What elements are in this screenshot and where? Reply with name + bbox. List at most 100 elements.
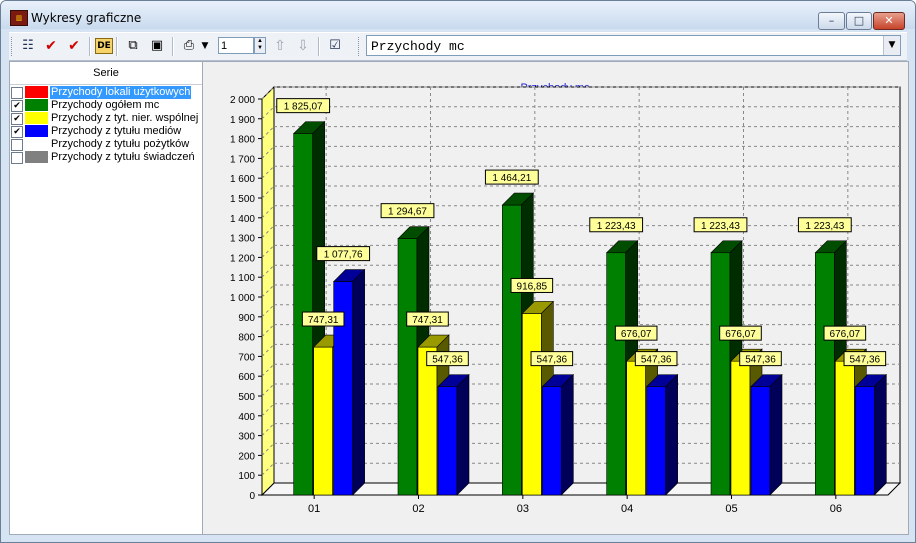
- data-label: 1 223,43: [701, 221, 740, 232]
- y-tick-label: 700: [238, 352, 255, 363]
- series-item[interactable]: ✔ Przychody z tytułu mediów: [10, 125, 202, 138]
- copy-icon[interactable]: ⧉: [122, 36, 144, 56]
- data-label: 547,36: [850, 355, 881, 366]
- series-color-swatch: [25, 99, 48, 111]
- deselect-icon[interactable]: DE: [95, 38, 113, 54]
- chart-area: Przychody mc0100200300400500600700800900…: [202, 61, 909, 535]
- bar-front: [750, 386, 771, 496]
- y-tick-label: 1 900: [230, 115, 255, 126]
- toolbar: ☷ ✔ ✔ DE ⧉ ▣ ⎙ ▼ 1 ▲ ▼ ⇧ ⇩ ☑ Przychody mc…: [9, 32, 907, 61]
- data-label: 676,07: [621, 329, 652, 340]
- chart-select[interactable]: Przychody mc ▼: [366, 35, 901, 56]
- data-label: 676,07: [725, 329, 756, 340]
- series-item[interactable]: ✔ Przychody ogółem mc: [10, 99, 202, 112]
- data-label: 747,31: [412, 315, 443, 326]
- chart-number-input[interactable]: 1: [218, 37, 254, 54]
- data-label: 547,36: [745, 355, 776, 366]
- bar-front: [710, 252, 731, 496]
- x-tick-label: 02: [412, 503, 424, 515]
- y-tick-label: 300: [238, 432, 255, 443]
- series-item[interactable]: Przychody z tytułu świadczeń: [10, 151, 202, 164]
- title-bar[interactable]: ▥ Wykresy graficzne – □ ✕: [1, 1, 915, 30]
- bar-front: [855, 386, 875, 496]
- data-label: 1 464,21: [492, 173, 531, 184]
- y-tick-label: 1 000: [230, 293, 255, 304]
- move-up-icon[interactable]: ⇧: [269, 36, 291, 56]
- data-label: 916,85: [517, 281, 548, 292]
- series-label: Przychody z tyt. nier. wspólnej: [51, 112, 199, 124]
- x-tick-label: 03: [517, 503, 529, 515]
- y-tick-label: 1 100: [230, 273, 255, 284]
- x-tick-label: 04: [621, 503, 633, 515]
- series-panel-header: Serie: [10, 62, 202, 85]
- toolbar-grip[interactable]: [358, 37, 361, 56]
- bar-front: [606, 252, 626, 496]
- data-label: 747,31: [308, 315, 339, 326]
- data-label: 1 825,07: [284, 102, 323, 113]
- save-icon[interactable]: ▣: [146, 36, 168, 56]
- series-item[interactable]: ✔ Przychody z tyt. nier. wspólnej: [10, 112, 202, 125]
- series-checkbox[interactable]: ✔: [11, 113, 23, 125]
- move-down-icon[interactable]: ⇩: [292, 36, 314, 56]
- series-checkbox[interactable]: ✔: [11, 126, 23, 138]
- chevron-down-icon[interactable]: ▼: [883, 36, 900, 55]
- properties-icon[interactable]: ☑: [324, 36, 346, 56]
- data-label: 547,36: [432, 355, 463, 366]
- y-tick-label: 200: [238, 451, 255, 462]
- y-tick-label: 500: [238, 392, 255, 403]
- main-window: ▥ Wykresy graficzne – □ ✕ ☷ ✔ ✔ DE ⧉ ▣ ⎙…: [0, 0, 916, 543]
- y-tick-label: 2 000: [230, 95, 255, 106]
- toolbar-grip[interactable]: [11, 37, 14, 56]
- series-checkbox[interactable]: [11, 139, 23, 151]
- bar-front: [542, 386, 562, 496]
- x-tick-label: 05: [725, 503, 737, 515]
- y-tick-label: 800: [238, 333, 255, 344]
- y-tick-label: 1 300: [230, 234, 255, 245]
- list-icon[interactable]: ☷: [17, 36, 39, 56]
- bar-side: [769, 373, 783, 496]
- series-color-swatch: [25, 125, 48, 137]
- print-icon[interactable]: ⎙: [178, 36, 200, 56]
- series-checkbox[interactable]: [11, 152, 23, 164]
- close-icon[interactable]: ✕: [873, 12, 905, 30]
- y-tick-label: 0: [249, 491, 255, 502]
- data-label: 676,07: [830, 329, 861, 340]
- bar-side: [456, 373, 470, 496]
- y-tick-label: 1 700: [230, 154, 255, 165]
- y-tick-label: 900: [238, 313, 255, 324]
- check-select-icon[interactable]: ✔: [63, 36, 85, 56]
- y-tick-label: 600: [238, 372, 255, 383]
- bar-front: [815, 252, 835, 496]
- data-label: 1 223,43: [805, 221, 844, 232]
- minimize-icon[interactable]: –: [818, 12, 845, 30]
- bar-front: [522, 313, 542, 496]
- number-spinner[interactable]: ▲ ▼: [254, 37, 266, 54]
- series-checkbox[interactable]: [11, 87, 23, 99]
- series-checkbox[interactable]: ✔: [11, 100, 23, 112]
- bar-side: [874, 373, 887, 496]
- bar-front: [502, 204, 522, 496]
- chart-select-value: Przychody mc: [371, 39, 465, 54]
- check-all-icon[interactable]: ✔: [40, 36, 62, 56]
- series-color-swatch: [25, 138, 48, 150]
- series-item[interactable]: Przychody lokali użytkowych: [10, 86, 202, 99]
- data-label: 547,36: [537, 355, 568, 366]
- x-tick-label: 01: [308, 503, 320, 515]
- data-label: 1 223,43: [597, 221, 636, 232]
- bar-front: [417, 346, 438, 496]
- dropdown-arrow-icon[interactable]: ▼: [199, 36, 211, 56]
- y-tick-label: 1 400: [230, 214, 255, 225]
- series-label: Przychody z tytułu mediów: [51, 125, 182, 137]
- series-label: Przychody z tytułu pożytków: [51, 138, 190, 150]
- bar-front: [626, 360, 646, 496]
- series-item[interactable]: Przychody z tytułu pożytków: [10, 138, 202, 151]
- data-label: 547,36: [641, 355, 672, 366]
- series-color-swatch: [25, 112, 48, 124]
- maximize-icon[interactable]: □: [846, 12, 872, 30]
- series-color-swatch: [25, 86, 48, 98]
- window-title: Wykresy graficzne: [31, 11, 142, 25]
- toolbar-separator: [172, 37, 174, 56]
- series-label: Przychody lokali użytkowych: [50, 86, 192, 99]
- data-label: 1 077,76: [324, 250, 363, 261]
- series-label: Przychody ogółem mc: [51, 99, 160, 111]
